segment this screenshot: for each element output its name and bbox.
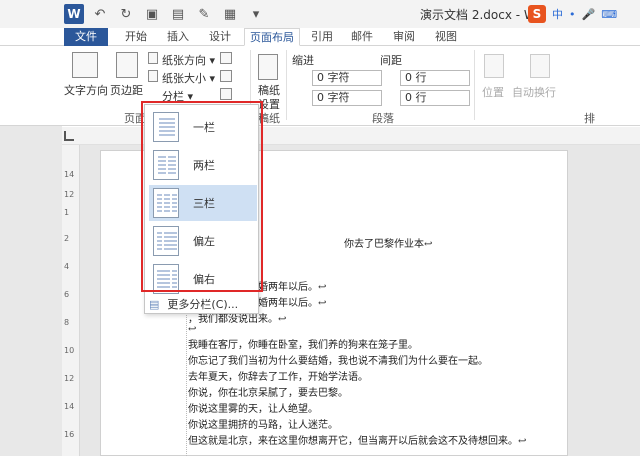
title-bar: W ↶ ↻ ▣ ▤ ✎ ▦ ▾ 演示文档 2.docx - Wo S 中 • 🎤… bbox=[0, 0, 640, 28]
size-button[interactable]: 纸张大小 ▾ bbox=[162, 70, 215, 86]
document-line[interactable]: 你说这里拥挤的马路，让人迷茫。 bbox=[188, 416, 338, 431]
text-direction-button[interactable]: 文字方向 bbox=[64, 82, 108, 98]
line-numbers-icon[interactable] bbox=[220, 70, 232, 82]
window-title: 演示文档 2.docx - Wo bbox=[420, 8, 543, 22]
print-preview-icon[interactable]: ▤ bbox=[170, 6, 186, 22]
highlight-frame bbox=[141, 101, 263, 292]
more-columns-label: 更多分栏(C)... bbox=[167, 298, 239, 311]
table-icon[interactable]: ▦ bbox=[222, 6, 238, 22]
tab-references[interactable]: 引用 bbox=[306, 28, 338, 46]
indent-right-input[interactable]: 0 字符 bbox=[312, 90, 382, 106]
tab-home[interactable]: 开始 bbox=[118, 28, 154, 46]
quick-access-toolbar: ↶ ↻ ▣ ▤ ✎ ▦ ▾ bbox=[92, 4, 264, 24]
position-icon bbox=[484, 54, 504, 78]
more-columns-icon: ▤ bbox=[149, 297, 160, 311]
spacing-after-input[interactable]: 0 行 bbox=[400, 90, 470, 106]
orientation-icon bbox=[148, 52, 158, 64]
indent-label: 缩进 bbox=[292, 54, 314, 67]
ruler-number: 2 bbox=[64, 234, 70, 243]
tab-view[interactable]: 视图 bbox=[430, 28, 462, 46]
spacing-before-input[interactable]: 0 行 bbox=[400, 70, 470, 86]
word-logo-icon: W bbox=[64, 4, 84, 24]
arrange-group-label: 排 bbox=[584, 112, 595, 125]
ruler-number: 4 bbox=[64, 262, 70, 271]
tab-selector-icon[interactable] bbox=[64, 131, 74, 141]
tab-page-layout[interactable]: 页面布局 bbox=[244, 28, 300, 46]
format-painter-icon[interactable]: ✎ bbox=[196, 6, 212, 22]
ribbon-separator bbox=[286, 50, 287, 120]
hyphenation-icon[interactable] bbox=[220, 88, 232, 100]
ribbon-tabs: 文件 开始 插入 设计 页面布局 引用 邮件 审阅 视图 bbox=[0, 28, 640, 46]
document-line[interactable]: ↩ bbox=[188, 324, 196, 335]
ruler-number: 16 bbox=[64, 430, 75, 439]
ruler-number: 1 bbox=[64, 208, 70, 217]
ime-punct-icon[interactable]: • bbox=[569, 8, 576, 21]
margins-icon bbox=[116, 52, 138, 78]
ribbon-body: 文字方向 页边距 纸张方向 ▾ 纸张大小 ▾ 分栏 ▾ 页面 稿纸 设置 稿纸 … bbox=[0, 46, 640, 126]
save-icon[interactable]: ▣ bbox=[144, 6, 160, 22]
redo-icon[interactable]: ↻ bbox=[118, 6, 134, 22]
ribbon-separator bbox=[474, 50, 475, 120]
tab-design[interactable]: 设计 bbox=[202, 28, 238, 46]
ruler-number: 6 bbox=[64, 290, 70, 299]
ruler-number: 14 bbox=[64, 402, 75, 411]
ime-toolbar: S 中 • 🎤 ⌨ bbox=[528, 4, 617, 24]
tab-mailings[interactable]: 邮件 bbox=[346, 28, 378, 46]
document-line[interactable]: 你说，你在北京呆腻了，要去巴黎。 bbox=[188, 384, 348, 399]
ime-keyboard-icon[interactable]: ⌨ bbox=[601, 8, 617, 21]
document-line[interactable]: 但这就是北京，来在这里你想离开它，但当离开以后就会这不及待想回来。↩ bbox=[188, 432, 526, 447]
ruler-number: 14 bbox=[64, 170, 75, 179]
undo-icon[interactable]: ↶ bbox=[92, 6, 108, 22]
wrap-text-icon bbox=[530, 54, 550, 78]
wrap-text-button[interactable]: 自动换行 bbox=[512, 84, 556, 100]
tab-file[interactable]: 文件 bbox=[64, 28, 108, 46]
size-icon bbox=[148, 70, 158, 82]
position-button[interactable]: 位置 bbox=[482, 84, 504, 100]
tab-review[interactable]: 审阅 bbox=[388, 28, 420, 46]
document-line[interactable]: 你说这里雾的天，让人绝望。 bbox=[188, 400, 318, 415]
manuscript-icon bbox=[258, 54, 278, 80]
margins-button[interactable]: 页边距 bbox=[110, 82, 143, 98]
ime-voice-icon[interactable]: 🎤 bbox=[582, 8, 596, 21]
ime-mode-indicator[interactable]: 中 bbox=[552, 6, 563, 22]
text-direction-icon bbox=[72, 52, 98, 78]
paragraph-group-label: 段落 bbox=[372, 112, 394, 125]
breaks-icon[interactable] bbox=[220, 52, 232, 64]
ruler-number: 8 bbox=[64, 318, 70, 327]
document-heading[interactable]: 你去了巴黎作业本↩ bbox=[344, 235, 432, 250]
tab-insert[interactable]: 插入 bbox=[160, 28, 196, 46]
sogou-ime-icon[interactable]: S bbox=[528, 5, 546, 23]
indent-left-input[interactable]: 0 字符 bbox=[312, 70, 382, 86]
document-line[interactable]: 我睡在客厅，你睡在卧室，我们养的狗来在笼子里。 bbox=[188, 336, 418, 351]
document-line[interactable]: 你忘记了我们当初为什么要结婚，我也说不清我们为什么要在一起。 bbox=[188, 352, 488, 367]
ruler-number: 12 bbox=[64, 374, 75, 383]
more-columns-button[interactable]: ▤ 更多分栏(C)... bbox=[149, 295, 238, 313]
ruler-number: 12 bbox=[64, 190, 75, 199]
customize-icon[interactable]: ▾ bbox=[248, 6, 264, 22]
document-line[interactable]: 去年夏天，你辞去了工作，开始学法语。 bbox=[188, 368, 368, 383]
ruler-number: 10 bbox=[64, 346, 75, 355]
orientation-button[interactable]: 纸张方向 ▾ bbox=[162, 52, 215, 68]
spacing-label: 间距 bbox=[380, 54, 402, 67]
